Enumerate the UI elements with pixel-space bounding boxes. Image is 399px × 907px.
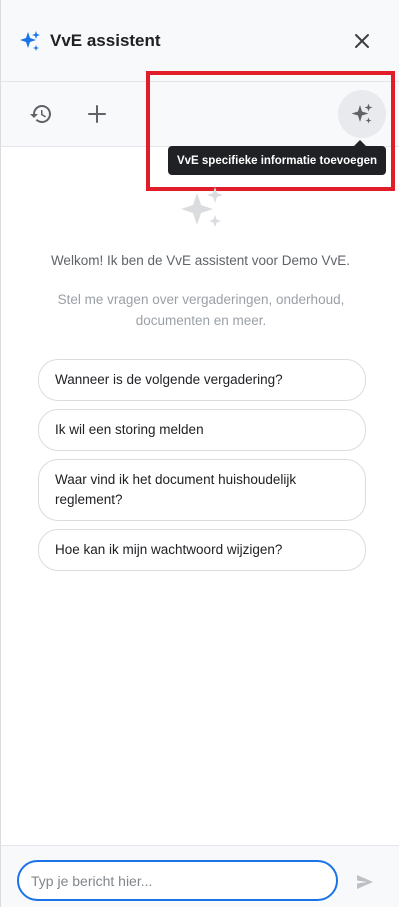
sparkle-icon xyxy=(351,103,373,124)
suggestion-chip[interactable]: Wanneer is de volgende vergadering? xyxy=(38,359,366,401)
welcome-message: Welkom! Ik ben de VvE assistent voor Dem… xyxy=(50,253,351,268)
chat-toolbar xyxy=(1,82,399,147)
welcome-subtext: Stel me vragen over vergaderingen, onder… xyxy=(57,292,345,328)
panel-header: VvE assistent xyxy=(1,0,399,82)
history-icon xyxy=(30,105,51,123)
message-input[interactable] xyxy=(17,860,338,901)
suggestion-chip[interactable]: Waar vind ik het document huishoudelijk … xyxy=(38,459,366,521)
close-icon[interactable] xyxy=(350,29,374,53)
suggestion-chip[interactable]: Hoe kan ik mijn wachtwoord wijzigen? xyxy=(38,529,366,571)
sparkle-icon xyxy=(177,185,227,231)
sparkle-icon xyxy=(19,30,41,52)
add-vve-info-button[interactable] xyxy=(338,90,386,138)
plus-icon xyxy=(88,105,106,123)
chat-panel: VvE assistent VvE specifieke informatie … xyxy=(0,0,399,907)
send-icon xyxy=(357,875,373,889)
suggestion-chip[interactable]: Ik wil een storing melden xyxy=(38,409,366,451)
panel-title: VvE assistent xyxy=(50,31,161,50)
history-button[interactable] xyxy=(23,96,59,132)
send-button[interactable] xyxy=(353,870,377,894)
message-composer xyxy=(1,845,399,907)
info-tooltip: VvE specifieke informatie toevoegen xyxy=(168,140,386,175)
new-chat-button[interactable] xyxy=(79,96,115,132)
